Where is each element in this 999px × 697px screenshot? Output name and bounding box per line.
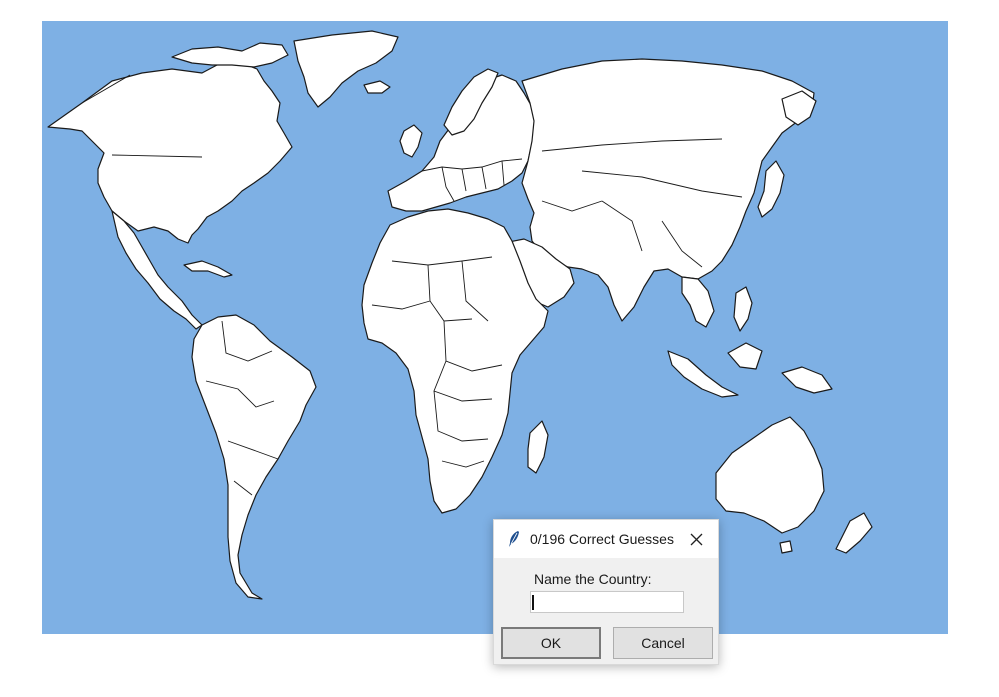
- guess-dialog: 0/196 Correct Guesses Name the Country: …: [493, 519, 719, 665]
- country-input[interactable]: [530, 591, 684, 613]
- close-icon: [690, 533, 702, 545]
- close-button[interactable]: [684, 527, 708, 551]
- cancel-button[interactable]: Cancel: [613, 627, 713, 659]
- prompt-label: Name the Country:: [534, 571, 652, 587]
- feather-icon: [508, 530, 520, 548]
- tasmania: [779, 540, 793, 554]
- dialog-title: 0/196 Correct Guesses: [530, 531, 674, 547]
- ok-button[interactable]: OK: [501, 627, 601, 659]
- text-caret: [532, 595, 534, 610]
- dialog-titlebar: 0/196 Correct Guesses: [494, 520, 718, 558]
